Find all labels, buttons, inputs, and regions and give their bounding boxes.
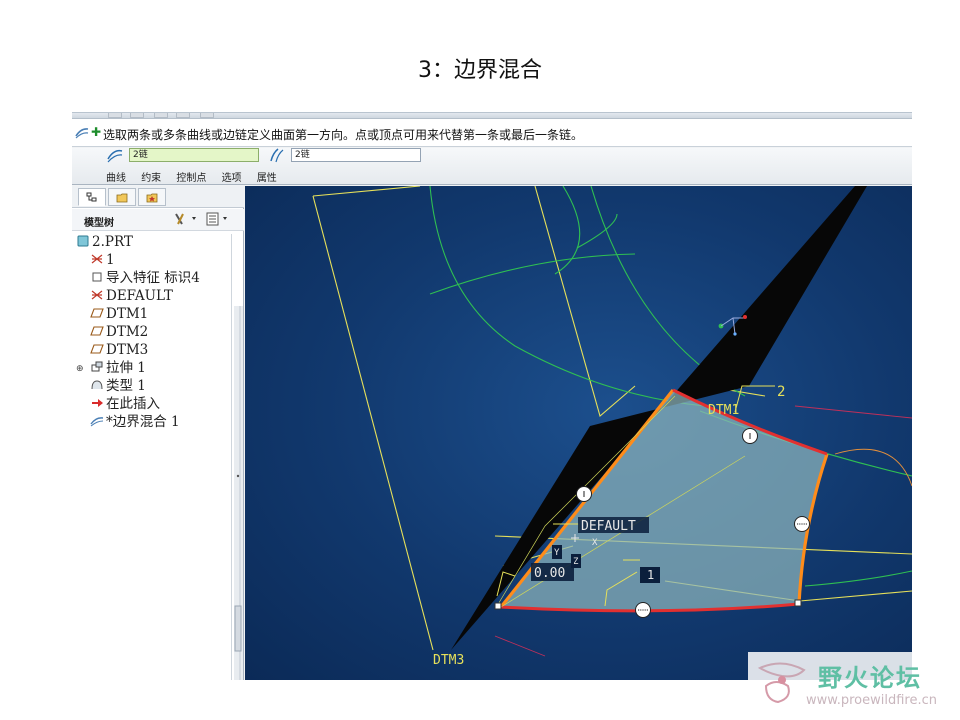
tree-columns-button[interactable] — [204, 211, 232, 228]
import-feature-icon — [92, 272, 102, 282]
datum-plane-icon — [90, 344, 104, 354]
toolbar-button[interactable] — [176, 113, 190, 118]
navigator-tabbar — [72, 186, 244, 208]
graphics-window[interactable]: 2 DTM1 DEFAULT Y Z X 0.00 1 DTM3 — [245, 186, 912, 680]
tree-item-insert-here[interactable]: 在此插入 — [90, 396, 160, 413]
expand-icon[interactable]: ⊕ — [76, 364, 84, 374]
model-tree: 2.PRT 1 导入特征 标识4 DEFAULT DTM1 DTM2 DTM3 … — [72, 234, 232, 680]
watermark-url: www.proewildfire.cn — [806, 693, 937, 708]
navigator-panel: 模型树 2.PRT 1 导入特征 标识4 DEFAULT DTM1 DTM2 D… — [72, 186, 244, 680]
slide-title: 3：边界混合 — [418, 58, 542, 83]
tab-constraints[interactable]: 约束 — [141, 173, 161, 184]
model-geometry[interactable]: 2 DTM1 DEFAULT Y Z X 0.00 1 DTM3 — [245, 186, 912, 680]
first-direction-collector[interactable]: 2链 — [129, 148, 259, 162]
prompt-message: 选取两条或多条曲线或边链定义曲面第一方向。点或顶点可用来代替第一条或最后一条链。 — [103, 128, 584, 142]
tree-item-dtm2[interactable]: DTM2 — [90, 324, 148, 341]
toolbar-button[interactable] — [130, 113, 144, 118]
boundary-blend-icon — [75, 128, 89, 139]
tab-folder-browser[interactable] — [108, 188, 136, 206]
insert-here-icon — [92, 399, 103, 407]
toolbar-button[interactable] — [200, 113, 214, 118]
label-axis-y: Y — [554, 548, 560, 558]
tab-model-tree[interactable] — [78, 188, 106, 206]
prompt-arrow-icon: ✚ — [91, 125, 102, 139]
toolbar-button[interactable] — [108, 113, 122, 118]
drag-handle[interactable] — [794, 516, 810, 532]
tab-properties[interactable]: 属性 — [257, 173, 277, 184]
boundary-blend-dashboard: 2链 2链 曲线 约束 控制点 选项 属性 — [72, 148, 912, 185]
tree-item-import-feature[interactable]: 导入特征 标识4 — [90, 270, 200, 287]
label-dtm1: DTM1 — [708, 403, 739, 418]
tree-item-dtm3[interactable]: DTM3 — [90, 342, 148, 359]
dimension-value[interactable]: 0.00 — [534, 566, 565, 581]
tree-item-dtm1[interactable]: DTM1 — [90, 306, 148, 323]
folder-icon — [116, 193, 128, 203]
tree-item-part[interactable]: 2.PRT — [76, 234, 133, 251]
csys-icon — [91, 290, 103, 300]
datum-plane-icon — [90, 326, 104, 336]
tools-icon — [175, 213, 196, 225]
slide: 3：边界混合 ✚ 选取两条或多条曲线或边链定义曲面第一方向。点或顶点可用来代替第… — [0, 0, 960, 720]
tree-item-default-csys[interactable]: DEFAULT — [90, 288, 173, 305]
model-tree-icon — [86, 192, 97, 202]
tab-favorites[interactable] — [138, 188, 166, 206]
label-axis-x: X — [592, 538, 598, 548]
watermark-logo-icon — [757, 662, 806, 704]
favorites-icon — [146, 193, 158, 203]
toolbar-button[interactable] — [154, 113, 168, 118]
label-default-csys: DEFAULT — [581, 519, 636, 534]
tab-curves[interactable]: 曲线 — [106, 173, 126, 184]
vertex-marker[interactable] — [794, 599, 802, 607]
part-icon — [77, 235, 89, 247]
first-direction-icon — [107, 149, 123, 163]
datum-plane-icon — [90, 308, 104, 318]
dashboard-tabs: 曲线 约束 控制点 选项 属性 — [106, 169, 289, 184]
boundary-blend-icon — [90, 417, 104, 427]
tree-item-csys[interactable]: 1 — [90, 252, 115, 269]
label-chain-1: 1 — [647, 568, 654, 582]
tree-item-extrude[interactable]: 拉伸 1 — [90, 360, 146, 377]
drag-handle[interactable] — [576, 486, 592, 502]
csys-icon — [91, 254, 103, 264]
vertex-marker[interactable] — [494, 602, 502, 610]
message-area: ✚ 选取两条或多条曲线或边链定义曲面第一方向。点或顶点可用来代替第一条或最后一条… — [72, 119, 912, 147]
tree-item-boundary-blend[interactable]: *边界混合 1 — [90, 414, 180, 431]
second-direction-icon — [270, 148, 284, 163]
style-icon — [91, 380, 103, 390]
proe-window: ✚ 选取两条或多条曲线或边链定义曲面第一方向。点或顶点可用来代替第一条或最后一条… — [72, 112, 912, 680]
drag-handle[interactable] — [742, 428, 758, 444]
watermark-name: 野火论坛 — [818, 664, 922, 692]
tab-control-points[interactable]: 控制点 — [176, 173, 206, 184]
drag-handle[interactable] — [635, 602, 651, 618]
label-dtm3: DTM3 — [433, 653, 464, 668]
tab-options[interactable]: 选项 — [222, 173, 242, 184]
model-tree-header: 模型树 — [72, 209, 244, 231]
label-chain-2: 2 — [777, 384, 785, 400]
watermark: 野火论坛 www.proewildfire.cn — [748, 652, 937, 712]
panel-splitter[interactable] — [234, 306, 243, 680]
model-tree-title: 模型树 — [84, 218, 114, 229]
extrude-icon — [91, 361, 103, 372]
tree-settings-button[interactable] — [172, 211, 200, 228]
second-direction-collector[interactable]: 2链 — [291, 148, 421, 162]
list-icon — [206, 212, 227, 226]
tree-item-style[interactable]: 类型 1 — [90, 378, 146, 395]
